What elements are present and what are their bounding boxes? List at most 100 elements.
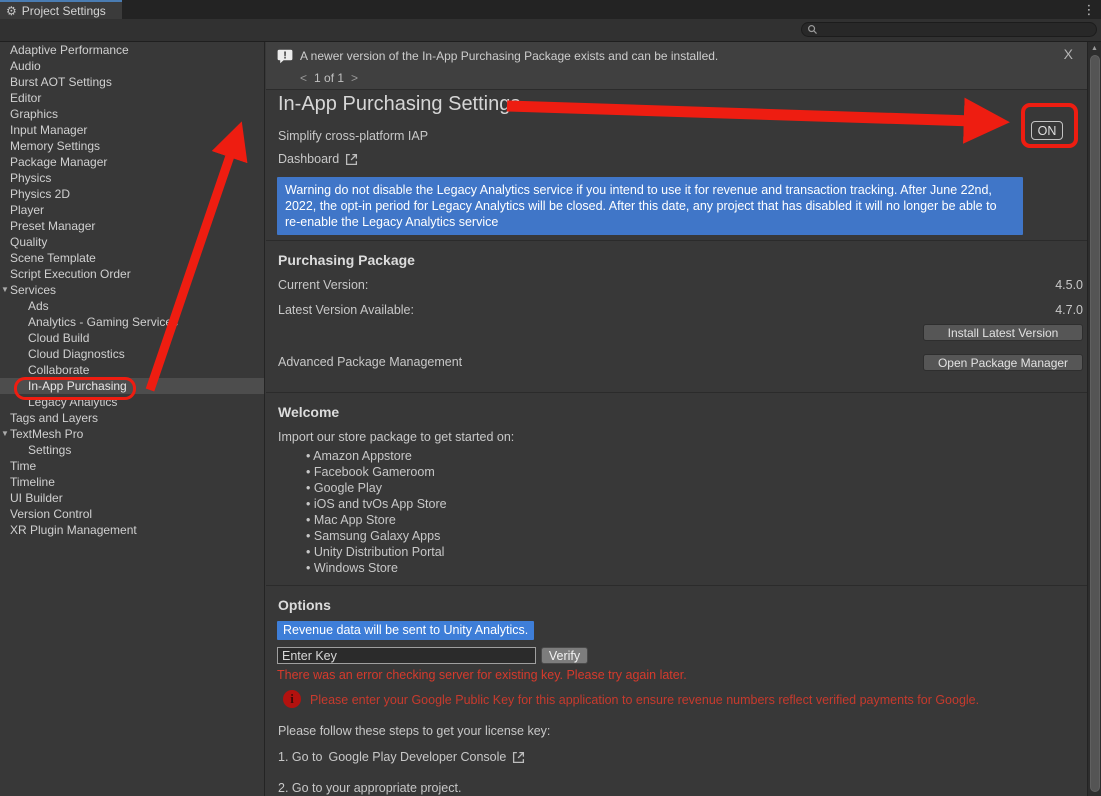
open-package-manager-button[interactable]: Open Package Manager: [923, 354, 1083, 371]
sidebar-item-ads[interactable]: Ads: [0, 298, 264, 314]
page-title: In-App Purchasing Settings: [278, 93, 520, 116]
sidebar-item-collaborate[interactable]: Collaborate: [0, 362, 264, 378]
sidebar-item-label: UI Builder: [10, 491, 63, 505]
sidebar-item-label: In-App Purchasing: [28, 379, 127, 393]
store-list-item: Google Play: [306, 480, 447, 496]
key-check-error-text: There was an error checking server for e…: [277, 668, 687, 682]
pager-next-icon[interactable]: >: [351, 71, 358, 85]
options-heading: Options: [278, 597, 331, 613]
verify-button[interactable]: Verify: [541, 647, 588, 664]
sidebar-item-label: Preset Manager: [10, 219, 95, 233]
sidebar-list: Adaptive PerformanceAudioBurst AOT Setti…: [0, 42, 264, 538]
sidebar-item-label: Burst AOT Settings: [10, 75, 112, 89]
expander-triangle-icon[interactable]: ▼: [1, 282, 9, 298]
license-steps-intro: Please follow these steps to get your li…: [278, 724, 550, 738]
close-icon[interactable]: X: [1064, 46, 1073, 62]
sidebar-item-memory-settings[interactable]: Memory Settings: [0, 138, 264, 154]
sidebar-item-scene-template[interactable]: Scene Template: [0, 250, 264, 266]
sidebar-item-physics-2d[interactable]: Physics 2D: [0, 186, 264, 202]
search-box[interactable]: [801, 22, 1097, 37]
store-list-item: Mac App Store: [306, 512, 447, 528]
sidebar-item-label: Ads: [28, 299, 49, 313]
sidebar-item-time[interactable]: Time: [0, 458, 264, 474]
error-info-icon: i: [283, 690, 301, 708]
sidebar-item-label: Legacy Analytics: [28, 395, 117, 409]
welcome-intro: Import our store package to get started …: [278, 430, 514, 444]
sidebar-item-label: Services: [10, 283, 56, 297]
sidebar-item-physics[interactable]: Physics: [0, 170, 264, 186]
search-input[interactable]: [818, 24, 1072, 36]
sidebar-item-burst-aot-settings[interactable]: Burst AOT Settings: [0, 74, 264, 90]
sidebar-item-label: Script Execution Order: [10, 267, 131, 281]
vertical-scrollbar[interactable]: ▲: [1087, 42, 1101, 796]
sidebar-item-xr-plugin-management[interactable]: XR Plugin Management: [0, 522, 264, 538]
google-play-console-link[interactable]: Google Play Developer Console: [328, 750, 506, 764]
latest-version-value: 4.7.0: [1055, 303, 1083, 317]
external-link-icon: [512, 751, 525, 764]
tab-bar: ⚙ Project Settings ⋮: [0, 0, 1101, 19]
tab-title: Project Settings: [22, 4, 106, 18]
latest-version-label: Latest Version Available:: [278, 303, 414, 317]
store-list-item: Facebook Gameroom: [306, 464, 447, 480]
subtitle: Simplify cross-platform IAP: [278, 129, 428, 143]
settings-sidebar: Adaptive PerformanceAudioBurst AOT Setti…: [0, 42, 265, 796]
pager-count: 1 of 1: [314, 71, 344, 85]
iap-settings-panel: In-App Purchasing Settings Simplify cros…: [266, 90, 1087, 796]
project-settings-window: ⚙ Project Settings ⋮ Adaptive Performanc…: [0, 0, 1101, 796]
sidebar-item-timeline[interactable]: Timeline: [0, 474, 264, 490]
sidebar-item-adaptive-performance[interactable]: Adaptive Performance: [0, 42, 264, 58]
sidebar-item-cloud-build[interactable]: Cloud Build: [0, 330, 264, 346]
welcome-heading: Welcome: [278, 404, 339, 420]
step1-prefix: 1. Go to: [278, 750, 322, 764]
section-divider: [266, 392, 1087, 393]
section-divider: [266, 240, 1087, 241]
pager-prev-icon[interactable]: <: [300, 71, 307, 85]
sidebar-item-label: Physics: [10, 171, 51, 185]
sidebar-item-label: Tags and Layers: [10, 411, 98, 425]
dashboard-link-label: Dashboard: [278, 152, 339, 166]
sidebar-item-label: XR Plugin Management: [10, 523, 137, 537]
tab-project-settings[interactable]: ⚙ Project Settings: [0, 0, 122, 19]
scroll-up-icon[interactable]: ▲: [1088, 42, 1101, 54]
sidebar-item-script-execution-order[interactable]: Script Execution Order: [0, 266, 264, 282]
license-key-input[interactable]: [277, 647, 536, 664]
store-list-item: Amazon Appstore: [306, 448, 447, 464]
sidebar-item-version-control[interactable]: Version Control: [0, 506, 264, 522]
sidebar-item-quality[interactable]: Quality: [0, 234, 264, 250]
notification-pager: < 1 of 1 >: [300, 71, 358, 85]
sidebar-item-label: Physics 2D: [10, 187, 70, 201]
current-version-value: 4.5.0: [1055, 278, 1083, 292]
sidebar-item-editor[interactable]: Editor: [0, 90, 264, 106]
legacy-analytics-warning: Warning do not disable the Legacy Analyt…: [277, 177, 1023, 235]
sidebar-item-graphics[interactable]: Graphics: [0, 106, 264, 122]
expander-triangle-icon[interactable]: ▼: [1, 426, 9, 442]
sidebar-item-player[interactable]: Player: [0, 202, 264, 218]
install-latest-version-button[interactable]: Install Latest Version: [923, 324, 1083, 341]
sidebar-item-label: Player: [10, 203, 44, 217]
store-list: Amazon AppstoreFacebook GameroomGoogle P…: [306, 448, 447, 576]
scrollbar-thumb[interactable]: [1090, 55, 1100, 792]
sidebar-item-input-manager[interactable]: Input Manager: [0, 122, 264, 138]
sidebar-item-services[interactable]: ▼Services: [0, 282, 264, 298]
iap-enable-toggle[interactable]: ON: [1031, 121, 1063, 140]
sidebar-item-label: Collaborate: [28, 363, 89, 377]
sidebar-item-tags-and-layers[interactable]: Tags and Layers: [0, 410, 264, 426]
sidebar-item-ui-builder[interactable]: UI Builder: [0, 490, 264, 506]
dashboard-link[interactable]: Dashboard: [278, 152, 358, 166]
kebab-menu-icon[interactable]: ⋮: [1081, 1, 1097, 18]
sidebar-item-label: Adaptive Performance: [10, 43, 129, 57]
sidebar-item-legacy-analytics[interactable]: Legacy Analytics: [0, 394, 264, 410]
sidebar-item-cloud-diagnostics[interactable]: Cloud Diagnostics: [0, 346, 264, 362]
sidebar-item-in-app-purchasing[interactable]: In-App Purchasing: [0, 378, 264, 394]
sidebar-item-package-manager[interactable]: Package Manager: [0, 154, 264, 170]
sidebar-item-label: Cloud Diagnostics: [28, 347, 125, 361]
sidebar-item-analytics-gaming-services[interactable]: Analytics - Gaming Services: [0, 314, 264, 330]
sidebar-item-settings[interactable]: Settings: [0, 442, 264, 458]
current-version-label: Current Version:: [278, 278, 368, 292]
sidebar-item-label: Memory Settings: [10, 139, 100, 153]
sidebar-item-label: Timeline: [10, 475, 55, 489]
sidebar-item-audio[interactable]: Audio: [0, 58, 264, 74]
sidebar-item-textmesh-pro[interactable]: ▼TextMesh Pro: [0, 426, 264, 442]
step2-text: 2. Go to your appropriate project.: [278, 781, 461, 795]
sidebar-item-preset-manager[interactable]: Preset Manager: [0, 218, 264, 234]
